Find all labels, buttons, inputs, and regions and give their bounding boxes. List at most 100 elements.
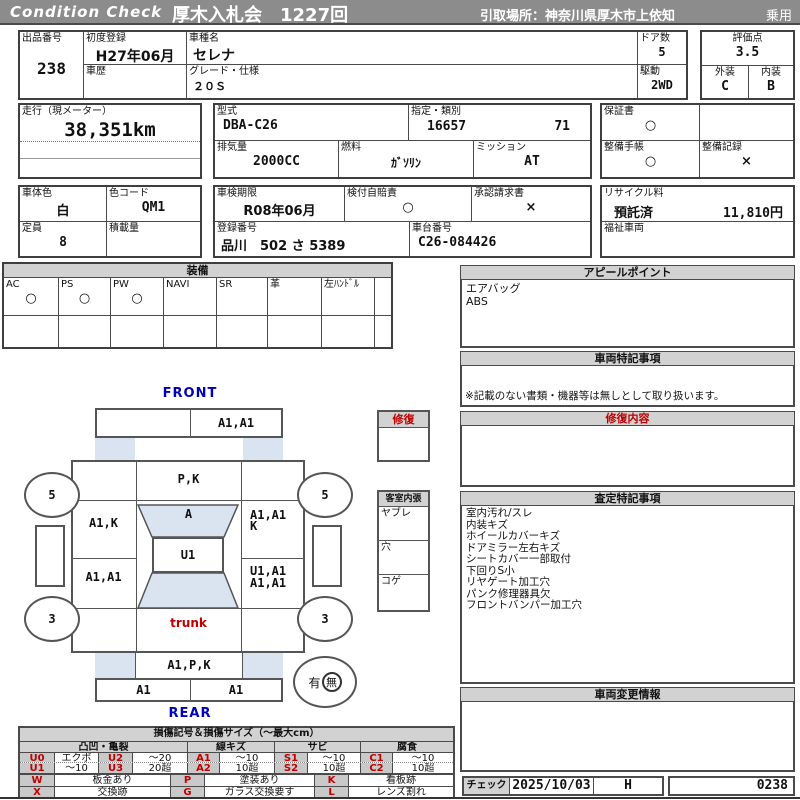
interior-row-tear: ヤブレ bbox=[379, 507, 428, 541]
type-value-2: 71 bbox=[554, 119, 570, 134]
car-diagram: FRONT A1,A1 P,K A A1,K A1,A1 K U1 A1,A1 … bbox=[0, 380, 460, 730]
auction-sheet: { "colors": { "header_bg": "#8c8c8c", "s… bbox=[0, 0, 800, 800]
inspection-value: R08年06月 bbox=[243, 204, 316, 219]
model-name-label: 車種名 bbox=[189, 33, 219, 44]
mileage-label: 走行（現メーター） bbox=[22, 106, 112, 117]
type-value-1: 16657 bbox=[427, 119, 467, 134]
service-record-value: × bbox=[741, 154, 752, 169]
front-bumper: A1,A1 bbox=[95, 408, 283, 438]
spare-tire-mark: 有 無 bbox=[293, 656, 357, 708]
score-label: 評価点 bbox=[732, 33, 763, 44]
legend-table: 損傷記号＆損傷サイズ（〜最大cm） 凸凹・亀裂 線キズ サビ 腐食 U0 エクボ… bbox=[18, 726, 455, 776]
windshield-code: A bbox=[184, 507, 193, 521]
vehicle-category: 乗用 bbox=[765, 9, 792, 24]
mission-label: ミッション bbox=[476, 142, 526, 153]
assessment-title: 査定特記事項 bbox=[460, 491, 795, 506]
brand-logo: Condition Check bbox=[10, 3, 163, 21]
sheet-number-box: 0238 bbox=[668, 776, 795, 796]
assessment-content: 室内汚れ/スレ 内装キズ ホイールカバーキズ ドアミラー左右キズ シートカバー一… bbox=[460, 506, 795, 684]
rear-corner-right bbox=[243, 653, 283, 678]
rear-bumper-left: A1 bbox=[97, 680, 191, 700]
body-color-value: 白 bbox=[56, 204, 70, 219]
model-code-value: DBA-C26 bbox=[223, 118, 278, 133]
capacity-label: 定員 bbox=[22, 223, 42, 234]
first-reg-value: H27年06月 bbox=[95, 49, 175, 65]
service-book-label: 整備手帳 bbox=[604, 142, 644, 153]
color-code-value: QM1 bbox=[141, 200, 166, 215]
load-label: 積載量 bbox=[109, 223, 139, 234]
lot-number-value: 238 bbox=[37, 59, 66, 78]
panel-rear-left-code: A1,A1 bbox=[85, 570, 122, 584]
equipment-empty-row bbox=[4, 316, 391, 347]
spare-none-circled: 無 bbox=[321, 672, 342, 692]
repair-title: 修復内容 bbox=[460, 411, 795, 426]
lot-number-cell: 出品番号 238 bbox=[20, 32, 84, 98]
body-divider-v2 bbox=[241, 460, 242, 653]
divider-solid bbox=[20, 158, 200, 159]
model-name-value: セレナ bbox=[193, 48, 235, 64]
appeal-line: エアバッグ bbox=[466, 282, 521, 295]
spare-has-label: 有 bbox=[308, 675, 321, 690]
drive-value: 2WD bbox=[651, 78, 673, 92]
wheel-front-right: 5 bbox=[297, 472, 353, 518]
equipment-table: 装備 AC ○ PS ○ PW ○ NAVI SR 革 左ﾊﾝﾄﾞﾙ bbox=[2, 262, 393, 349]
mileage-box: 走行（現メーター） 38,351km bbox=[18, 103, 202, 179]
special-notes-text: ※記載のない書類・機器等は無しとして取り扱います。 bbox=[465, 390, 725, 402]
engine-box: 型式 DBA-C26 指定・類別 16657 71 排気量 2000CC 燃料 … bbox=[213, 103, 592, 179]
inspection-label: 車検期限 bbox=[217, 188, 257, 199]
check-inspector: H bbox=[624, 778, 632, 793]
warranty-value: ○ bbox=[644, 118, 657, 133]
equipment-cell: PW ○ bbox=[111, 278, 164, 315]
legend-bottom-row: W 板金あり P 塗装あり K 看板跡 bbox=[20, 775, 453, 786]
front-corner-left bbox=[95, 438, 135, 460]
history-label: 車歴 bbox=[86, 66, 106, 77]
mileage-value: 38,351km bbox=[64, 119, 156, 141]
recycle-fee: 11,810円 bbox=[723, 206, 783, 221]
approval-value: × bbox=[525, 200, 537, 215]
check-box: チェック 2025/10/03 H bbox=[462, 776, 664, 796]
wheel-front-left: 5 bbox=[24, 472, 80, 518]
documents-box: 保証書 ○ 整備手帳 ○ 整備記録 × bbox=[600, 103, 795, 179]
panel-rear-right-code2: A1,A1 bbox=[250, 576, 287, 590]
assessment-line: ホイールカバーキズ bbox=[466, 530, 561, 542]
recycle-label: リサイクル料 bbox=[604, 188, 664, 199]
interior-box: 客室内張 ヤブレ 穴 コゲ bbox=[377, 490, 430, 612]
rear-panel-cell: A1,P,K bbox=[135, 653, 243, 678]
appeal-title: アピールポイント bbox=[460, 265, 795, 280]
interior-grade-label: 内装 bbox=[761, 67, 781, 78]
front-bumper-left bbox=[97, 410, 191, 436]
welfare-label: 福祉車両 bbox=[604, 223, 644, 234]
grade-value: ２０Ｓ bbox=[193, 80, 226, 93]
reg-no-label: 登録番号 bbox=[217, 223, 257, 234]
page-bottom-rule bbox=[0, 797, 800, 799]
equipment-cell: AC ○ bbox=[4, 278, 59, 315]
equipment-cell: PS ○ bbox=[59, 278, 111, 315]
warranty-label: 保証書 bbox=[604, 106, 634, 117]
body-color-label: 車体色 bbox=[22, 188, 52, 199]
approval-label: 承認請求書 bbox=[474, 188, 524, 199]
body-divider-h2r bbox=[241, 558, 305, 559]
equipment-title: 装備 bbox=[4, 264, 391, 278]
displacement-label: 排気量 bbox=[217, 142, 247, 153]
divider-dotted bbox=[20, 141, 200, 142]
door-front-right-code2: K bbox=[250, 519, 258, 533]
door-front-left-code: A1,K bbox=[89, 516, 118, 530]
interior-row-burn: コゲ bbox=[381, 576, 401, 587]
auction-title: 厚木入札会 1227回 bbox=[172, 5, 349, 26]
wheel-rear-left: 3 bbox=[24, 596, 80, 642]
fuel-value: ｶﾞｿﾘﾝ bbox=[390, 156, 421, 170]
inspection-box: 車検期限 R08年06月 検付自賠責 ○ 承認請求書 × 登録番号 品川 502… bbox=[213, 185, 592, 258]
rear-corner-left bbox=[95, 653, 135, 678]
grade-label: グレード・仕様 bbox=[189, 66, 259, 77]
front-label: FRONT bbox=[162, 386, 218, 401]
insurance-value: ○ bbox=[402, 200, 414, 215]
pickup-location: 引取場所：神奈川県厚木市上依知 bbox=[480, 9, 676, 24]
front-bumper-right: A1,A1 bbox=[217, 416, 255, 430]
exterior-grade-label: 外装 bbox=[715, 67, 735, 78]
color-code-label: 色コード bbox=[109, 188, 149, 199]
assessment-line: シートカバー一部取付 bbox=[466, 553, 571, 565]
hood-code: P,K bbox=[177, 472, 200, 486]
chassis-label: 車台番号 bbox=[412, 223, 452, 234]
mini-repair-title: 修復 bbox=[379, 412, 428, 428]
model-cell: 車種名 セレナ グレード・仕様 ２０Ｓ bbox=[187, 32, 638, 98]
